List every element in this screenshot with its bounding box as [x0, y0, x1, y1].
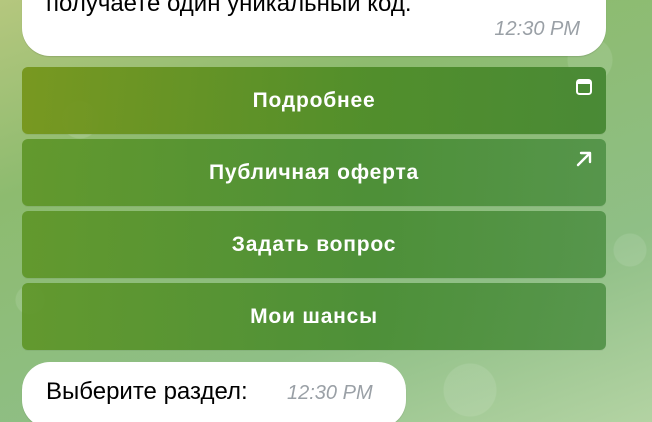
message-bubble-top: получаете один уникальный код. 12:30 PM [22, 0, 606, 56]
inline-button-label: Мои шансы [250, 304, 378, 328]
inline-button-public-offer[interactable]: Публичная оферта [22, 139, 606, 206]
message-bubble-bottom: Выберите раздел: 12:30 PM [22, 362, 406, 422]
external-link-arrow-icon [576, 151, 592, 167]
inline-button-details[interactable]: Подробнее [22, 67, 606, 134]
message-time: 12:30 PM [287, 382, 373, 404]
inline-button-label: Подробнее [252, 88, 376, 112]
inline-button-ask-question[interactable]: Задать вопрос [22, 211, 606, 278]
message-text: получаете один уникальный код. [46, 0, 412, 17]
inline-button-label: Задать вопрос [231, 232, 397, 256]
web-app-icon [576, 79, 592, 95]
message-text: Выберите раздел: [46, 378, 248, 405]
message-time: 12:30 PM [494, 18, 580, 40]
inline-button-my-chances[interactable]: Мои шансы [22, 283, 606, 350]
inline-button-label: Публичная оферта [208, 160, 420, 184]
